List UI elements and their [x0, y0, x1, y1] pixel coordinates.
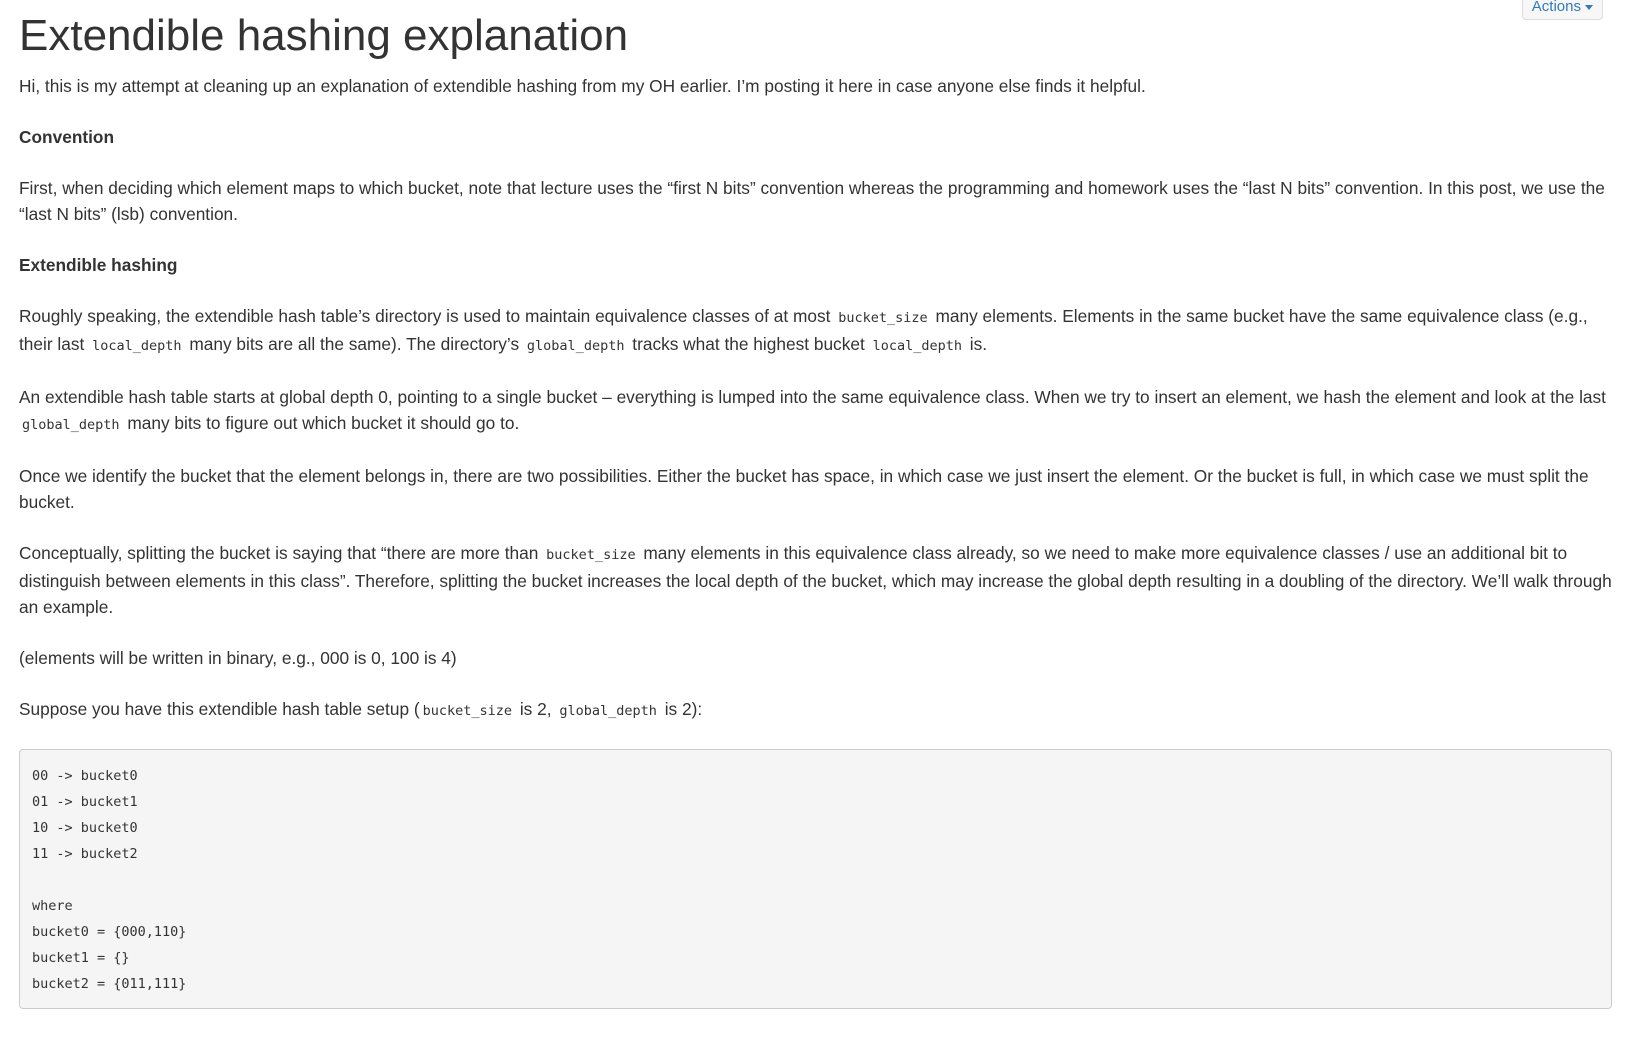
inline-code: global_depth	[526, 338, 625, 354]
text-span: is.	[969, 334, 988, 354]
convention-paragraph: First, when deciding which element maps …	[19, 178, 1605, 224]
split-paragraph: Conceptually, splitting the bucket is sa…	[19, 540, 1612, 620]
post-title: Extendible hashing explanation	[19, 11, 629, 60]
text-span: Conceptually, splitting the bucket is sa…	[19, 543, 539, 563]
code-block: 00 -> bucket0 01 -> bucket1 10 -> bucket…	[19, 749, 1612, 1009]
text-span: many bits are all the same). The directo…	[189, 334, 520, 354]
caret-down-icon	[1585, 5, 1593, 10]
convention-heading: Convention	[19, 124, 1612, 150]
actions-dropdown-button[interactable]: Actions	[1521, 0, 1603, 20]
text-span: many bits to figure out which bucket it …	[127, 413, 520, 433]
global-depth-paragraph: An extendible hash table starts at globa…	[19, 384, 1612, 438]
insert-paragraph: Once we identify the bucket that the ele…	[19, 466, 1589, 512]
text-span: tracks what the highest bucket	[632, 334, 865, 354]
directory-paragraph: Roughly speaking, the extendible hash ta…	[19, 303, 1612, 359]
inline-code: global_depth	[559, 703, 657, 719]
inline-code: bucket_size	[546, 547, 636, 563]
inline-code: bucket_size	[838, 310, 928, 326]
text-span: An extendible hash table starts at globa…	[19, 387, 1606, 407]
extendible-heading-text: Extendible hashing	[19, 255, 178, 275]
inline-code: local_depth	[92, 338, 182, 354]
inline-code: local_depth	[872, 338, 962, 354]
inline-code: global_depth	[22, 417, 120, 433]
text-span: Suppose you have this extendible hash ta…	[19, 699, 420, 719]
convention-heading-text: Convention	[19, 127, 115, 147]
text-span: is 2):	[664, 699, 703, 719]
actions-label: Actions	[1531, 0, 1581, 15]
setup-paragraph: Suppose you have this extendible hash ta…	[19, 696, 1612, 724]
post-container: Actions Extendible hashing explanation H…	[19, 0, 1612, 1009]
text-span: is 2,	[519, 699, 552, 719]
text-span: Roughly speaking, the extendible hash ta…	[19, 306, 831, 326]
inline-code: bucket_size	[422, 703, 513, 719]
post-body: Hi, this is my attempt at cleaning up an…	[19, 73, 1612, 1009]
extendible-heading: Extendible hashing	[19, 252, 1612, 278]
binary-note-paragraph: (elements will be written in binary, e.g…	[19, 648, 457, 668]
intro-paragraph: Hi, this is my attempt at cleaning up an…	[19, 76, 1146, 96]
